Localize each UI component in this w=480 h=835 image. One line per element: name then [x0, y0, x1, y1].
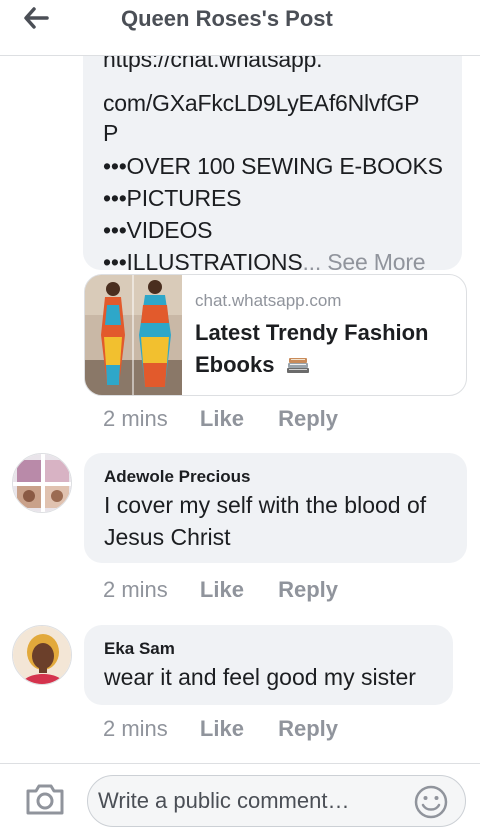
- comment-input[interactable]: [87, 775, 466, 827]
- post-text-line-content: •••ILLUSTRATIONS: [103, 249, 303, 275]
- smiley-icon: [414, 785, 448, 819]
- comment-time: 2 mins: [103, 577, 168, 602]
- link-preview-card[interactable]: chat.whatsapp.com Latest Trendy Fashion …: [84, 274, 467, 396]
- link-domain: chat.whatsapp.com: [195, 291, 342, 310]
- ellipsis: ...: [302, 249, 322, 275]
- books-emoji-icon: [286, 358, 309, 373]
- emoji-button[interactable]: [413, 784, 449, 820]
- comment-author[interactable]: Eka Sam: [104, 639, 175, 659]
- comment-author[interactable]: Adewole Precious: [104, 467, 250, 487]
- post-meta-row: 2 mins Like Reply: [103, 406, 338, 432]
- avatar[interactable]: [12, 625, 72, 685]
- link-preview-image: [85, 275, 182, 395]
- arrow-left-icon: [24, 7, 49, 29]
- see-more-link[interactable]: See More: [327, 249, 425, 275]
- link-title: Latest Trendy Fashion Ebooks: [195, 317, 457, 381]
- comment-composer: [0, 763, 480, 835]
- comment-meta-row: 2 mins Like Reply: [103, 577, 338, 603]
- post-time: 2 mins: [103, 406, 168, 431]
- post-text-line: •••PICTURES: [103, 185, 242, 211]
- comment-text: wear it and feel good my sister: [104, 664, 416, 690]
- post-text-line: •••ILLUSTRATIONS... See More: [103, 249, 426, 276]
- post-text-line[interactable]: P: [103, 120, 118, 147]
- comment-time: 2 mins: [103, 716, 168, 741]
- post-text-line[interactable]: com/GXaFkcLD9LyEAf6NlvfGP: [103, 90, 419, 117]
- like-button[interactable]: Like: [200, 406, 244, 431]
- like-button[interactable]: Like: [200, 577, 244, 602]
- post-text-line: •••VIDEOS: [103, 217, 213, 243]
- page-title: Queen Roses's Post: [121, 6, 333, 31]
- comment-bubble: Eka Sam wear it and feel good my sister: [84, 625, 453, 705]
- back-button[interactable]: [16, 4, 56, 32]
- comment-bubble: Adewole Precious I cover my self with th…: [84, 453, 467, 563]
- post-text-bubble: https://chat.whatsapp. com/GXaFkcLD9LyEA…: [83, 20, 462, 275]
- reply-button[interactable]: Reply: [278, 716, 338, 741]
- avatar[interactable]: [12, 453, 72, 513]
- comment-text: I cover my self with the blood of Jesus …: [104, 492, 427, 550]
- reply-button[interactable]: Reply: [278, 406, 338, 431]
- camera-icon: [26, 784, 64, 815]
- camera-button[interactable]: [24, 781, 66, 817]
- reply-button[interactable]: Reply: [278, 577, 338, 602]
- post-text-line: •••OVER 100 SEWING E-BOOKS: [103, 153, 443, 179]
- link-title-text: Latest Trendy Fashion Ebooks: [195, 320, 429, 377]
- like-button[interactable]: Like: [200, 716, 244, 741]
- comment-meta-row: 2 mins Like Reply: [103, 716, 338, 742]
- post-header: Queen Roses's Post: [0, 0, 480, 56]
